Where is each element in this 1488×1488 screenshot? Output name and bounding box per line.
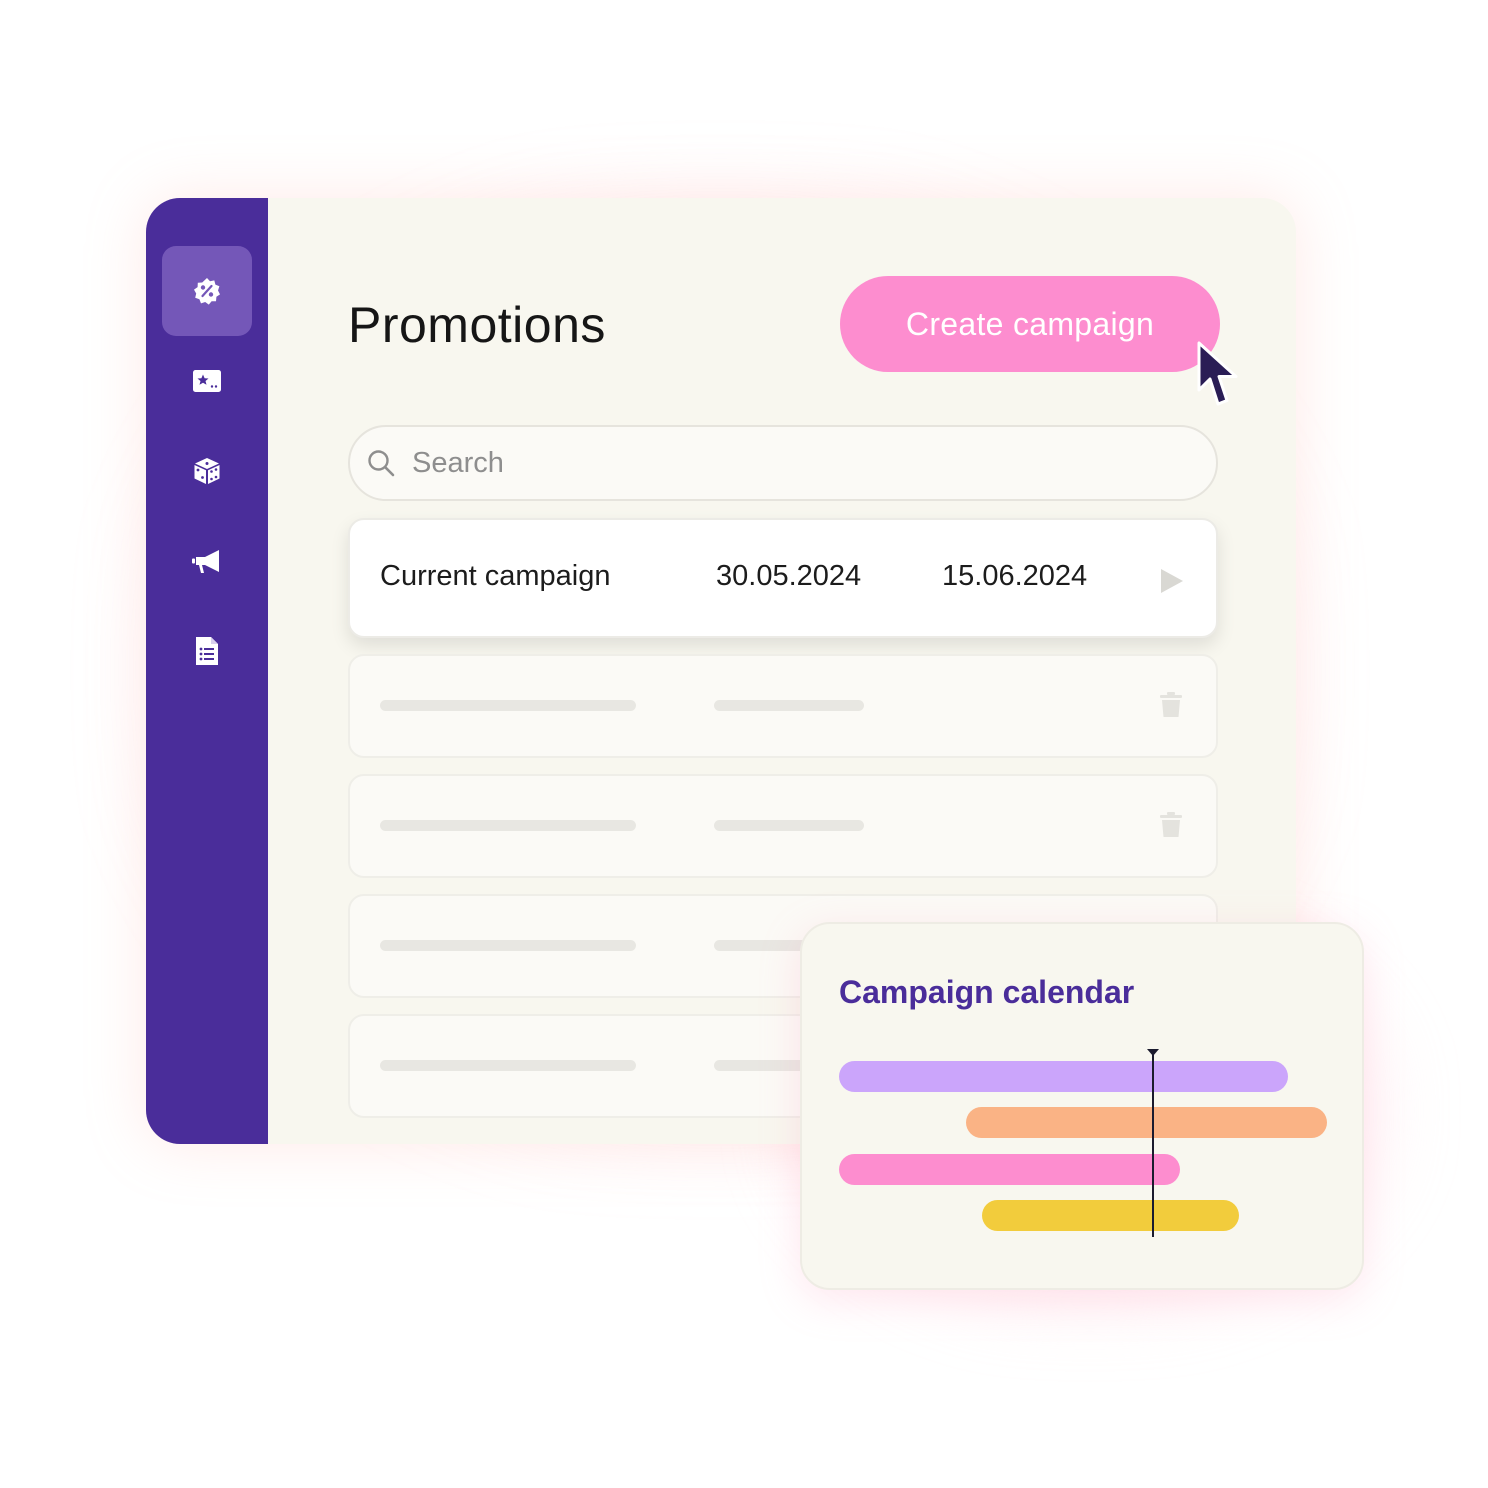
calendar-title: Campaign calendar: [839, 974, 1135, 1010]
calendar-bar[interactable]: [839, 1154, 1180, 1185]
play-icon[interactable]: [1160, 568, 1184, 594]
placeholder-row: [348, 774, 1218, 878]
trash-icon[interactable]: [1160, 692, 1182, 718]
page-title: Promotions: [348, 297, 606, 353]
campaign-name: Current campaign: [380, 560, 611, 592]
create-campaign-button[interactable]: Create campaign: [840, 276, 1220, 372]
search-icon: [368, 450, 395, 477]
trash-icon[interactable]: [1160, 812, 1182, 838]
calendar-bar[interactable]: [839, 1061, 1288, 1092]
campaign-calendar-card: Campaign calendar: [800, 922, 1364, 1290]
today-marker-head: [1147, 1049, 1159, 1056]
campaign-end-date: 15.06.2024: [942, 560, 1088, 592]
campaign-start-date: 30.05.2024: [716, 560, 862, 592]
placeholder-bar: [714, 820, 864, 831]
placeholder-row: [348, 654, 1218, 758]
dice-icon: [194, 458, 220, 484]
star-card-icon: [193, 370, 221, 392]
discount-badge-icon: [194, 278, 220, 305]
sidebar-item-campaigns[interactable]: [162, 516, 252, 606]
placeholder-bar: [380, 820, 636, 831]
campaign-row-current[interactable]: Current campaign 30.05.2024 15.06.2024: [348, 518, 1218, 638]
sidebar-item-loyalty[interactable]: [162, 336, 252, 426]
placeholder-bar: [380, 940, 636, 951]
sidebar-item-games[interactable]: [162, 426, 252, 516]
calendar-bar[interactable]: [966, 1107, 1327, 1138]
placeholder-bar: [380, 700, 636, 711]
placeholder-bar: [714, 700, 864, 711]
document-list-icon: [196, 637, 218, 665]
megaphone-icon: [192, 550, 219, 573]
today-marker: [1152, 1049, 1154, 1237]
search-input[interactable]: [410, 445, 1174, 481]
sidebar-item-reports[interactable]: [162, 606, 252, 696]
calendar-bar[interactable]: [982, 1200, 1239, 1231]
search-box[interactable]: [348, 425, 1218, 501]
sidebar: [146, 198, 268, 1144]
placeholder-bar: [380, 1060, 636, 1071]
sidebar-item-promotions[interactable]: [162, 246, 252, 336]
mouse-cursor-icon: [1197, 341, 1238, 406]
